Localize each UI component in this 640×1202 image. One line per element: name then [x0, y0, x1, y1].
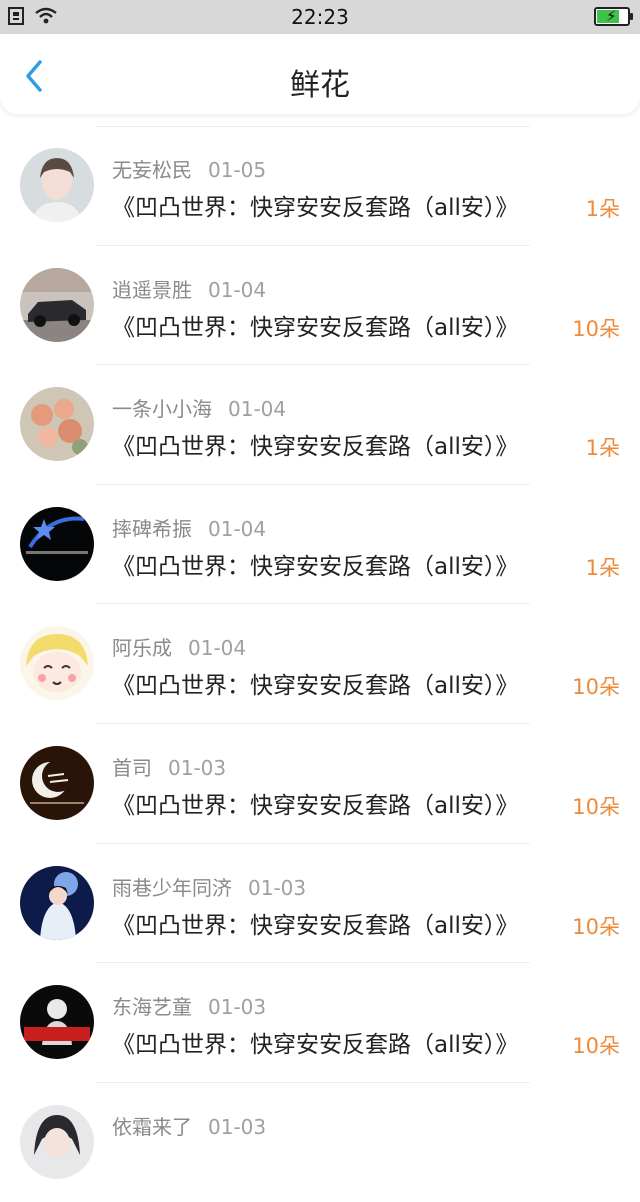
navigation-bar: 鲜花: [0, 34, 640, 114]
date: 01-05: [208, 158, 267, 182]
user-line: 阿乐成 01-04: [112, 632, 246, 661]
list-item[interactable]: 逍遥景胜 01-04 《凹凸世界：快穿安安反套路（all安）》 10朵: [0, 246, 640, 366]
status-bar: 22:23 ⚡: [0, 0, 640, 34]
status-icons-left: [8, 6, 58, 26]
flower-count: 10朵: [572, 794, 620, 819]
book-title[interactable]: 《凹凸世界：快穿安安反套路（all安）》: [112, 666, 518, 700]
date: 01-04: [208, 277, 267, 302]
user-name[interactable]: 无妄松民: [112, 158, 192, 182]
flower-count: 10朵: [572, 1034, 620, 1059]
book-title[interactable]: 《凹凸世界：快穿安安反套路（all安）》: [112, 308, 518, 342]
flower-record-list: 无妄松民 01-05 《凹凸世界：快穿安安反套路（all安）》 1朵 逍遥景胜 01…: [0, 126, 640, 1202]
list-item[interactable]: 一条小小海 01-04 《凹凸世界：快穿安安反套路（all安）》 1朵: [0, 365, 640, 485]
battery-icon: ⚡: [594, 7, 633, 26]
notification-icon: [8, 7, 24, 25]
book-title[interactable]: 《凹凸世界：快穿安安反套路（all安）》: [112, 1025, 518, 1059]
flower-count: 1朵: [585, 197, 620, 221]
divider: [96, 126, 530, 127]
book-title[interactable]: 《凹凸世界：快穿安安反套路（all安）》: [112, 188, 518, 222]
user-name[interactable]: 依霜来了: [112, 1115, 192, 1139]
avatar[interactable]: [20, 1104, 94, 1179]
date: 01-03: [168, 755, 227, 780]
avatar[interactable]: [20, 387, 94, 462]
book-title[interactable]: 《凹凸世界：快穿安安反套路（all安）》: [112, 906, 518, 940]
flower-count: 10朵: [572, 675, 620, 700]
list-item[interactable]: 无妄松民 01-05 《凹凸世界：快穿安安反套路（all安）》 1朵: [0, 126, 640, 246]
flower-count: 10朵: [572, 316, 620, 341]
list-item[interactable]: 首司 01-03 《凹凸世界：快穿安安反套路（all安）》 10朵: [0, 724, 640, 844]
user-name[interactable]: 首司: [112, 756, 152, 780]
user-line: 摔碑希振 01-04: [112, 513, 266, 542]
user-name[interactable]: 逍遥景胜: [112, 278, 192, 302]
page-title: 鲜花: [290, 68, 350, 103]
user-line: 东海艺童 01-03: [112, 991, 266, 1020]
list-item[interactable]: 依霜来了 01-03: [0, 1083, 640, 1202]
avatar[interactable]: [20, 745, 94, 820]
user-name[interactable]: 摔碑希振: [112, 517, 192, 541]
book-title[interactable]: 《凹凸世界：快穿安安反套路（all安）》: [112, 786, 518, 820]
user-name[interactable]: 一条小小海: [112, 397, 212, 421]
user-name[interactable]: 阿乐成: [112, 636, 172, 660]
avatar[interactable]: [20, 148, 94, 222]
list-item[interactable]: 雨巷少年同济 01-03 《凹凸世界：快穿安安反套路（all安）》 10朵: [0, 844, 640, 964]
date: 01-04: [188, 636, 247, 661]
user-line: 首司 01-03: [112, 752, 226, 781]
avatar[interactable]: [20, 506, 94, 581]
flower-count: 1朵: [585, 555, 620, 580]
date: 01-03: [248, 875, 307, 900]
date: 01-03: [208, 1114, 267, 1139]
avatar[interactable]: [20, 267, 94, 342]
flower-count: 1朵: [585, 436, 620, 461]
avatar[interactable]: [20, 626, 94, 701]
avatar[interactable]: [20, 865, 94, 940]
date: 01-04: [208, 516, 267, 541]
user-line: 一条小小海 01-04: [112, 393, 286, 422]
status-time: 22:23: [291, 5, 349, 29]
user-line: 逍遥景胜 01-04: [112, 274, 266, 303]
book-title[interactable]: 《凹凸世界：快穿安安反套路（all安）》: [112, 427, 518, 461]
date: 01-04: [228, 397, 287, 422]
book-title[interactable]: 《凹凸世界：快穿安安反套路（all安）》: [112, 547, 518, 581]
user-name[interactable]: 东海艺童: [112, 995, 192, 1019]
list-item[interactable]: 摔碑希振 01-04 《凹凸世界：快穿安安反套路（all安）》 1朵: [0, 485, 640, 605]
list-item[interactable]: 东海艺童 01-03 《凹凸世界：快穿安安反套路（all安）》 10朵: [0, 963, 640, 1083]
flower-count: 10朵: [572, 914, 620, 939]
avatar[interactable]: [20, 985, 94, 1060]
list-item[interactable]: 阿乐成 01-04 《凹凸世界：快穿安安反套路（all安）》 10朵: [0, 604, 640, 724]
user-line: 无妄松民 01-05: [112, 154, 266, 183]
user-line: 依霜来了 01-03: [112, 1111, 266, 1140]
user-name[interactable]: 雨巷少年同济: [112, 876, 232, 900]
wifi-icon: [35, 7, 57, 24]
user-line: 雨巷少年同济 01-03: [112, 872, 306, 901]
date: 01-03: [208, 995, 267, 1020]
